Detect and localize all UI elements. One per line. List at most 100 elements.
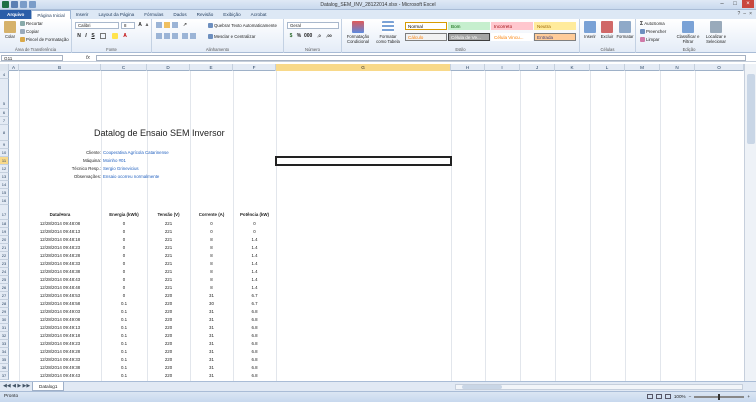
cell-potencia[interactable]: 6.8 bbox=[233, 348, 276, 356]
zoom-out-icon[interactable]: − bbox=[689, 394, 692, 399]
row-header[interactable]: 24 bbox=[0, 268, 9, 276]
row-header[interactable]: 18 bbox=[0, 220, 9, 228]
info-value[interactable]: Cooperativa Agrícola Catarinense bbox=[103, 149, 169, 157]
underline-icon[interactable]: S bbox=[90, 33, 96, 39]
cell-corrente[interactable]: 8 bbox=[190, 236, 233, 244]
normal-view-icon[interactable] bbox=[646, 394, 653, 399]
col-header-g[interactable]: G bbox=[276, 64, 451, 71]
header-data-hora[interactable]: Data/Hora bbox=[19, 205, 101, 220]
align-right-icon[interactable] bbox=[172, 33, 178, 39]
cell-energia[interactable]: 0.1 bbox=[101, 308, 147, 316]
tab-arquivo[interactable]: Arquivo bbox=[0, 10, 32, 19]
formula-input[interactable] bbox=[96, 55, 746, 61]
tab-pagina-inicial[interactable]: Página Inicial bbox=[31, 10, 71, 19]
row-header[interactable]: 23 bbox=[0, 260, 9, 268]
cell-potencia[interactable]: 6.7 bbox=[233, 300, 276, 308]
col-header-l[interactable]: L bbox=[590, 64, 625, 71]
cell-energia[interactable]: 0 bbox=[101, 268, 147, 276]
cell-tensao[interactable]: 221 bbox=[147, 284, 190, 292]
row-header[interactable]: 26 bbox=[0, 284, 9, 292]
cell-potencia[interactable]: 1.4 bbox=[233, 276, 276, 284]
fill-button[interactable]: Preencher bbox=[640, 29, 666, 35]
tab-dados[interactable]: Dados bbox=[168, 10, 191, 19]
bold-icon[interactable]: N bbox=[76, 33, 82, 39]
align-left-icon[interactable] bbox=[156, 33, 162, 39]
help-icon[interactable]: ? bbox=[738, 11, 741, 17]
name-box[interactable]: G11 bbox=[1, 55, 63, 61]
cell-corrente[interactable]: 31 bbox=[190, 308, 233, 316]
paste-button[interactable]: Colar bbox=[2, 21, 18, 39]
decrease-decimal-icon[interactable]: ,00 bbox=[326, 33, 332, 39]
percent-icon[interactable]: % bbox=[296, 33, 302, 39]
cell-data-hora[interactable]: 12/28/2014 09:48:08 bbox=[19, 220, 101, 228]
row-header[interactable]: 11 bbox=[0, 157, 9, 165]
cell-potencia[interactable]: 1.4 bbox=[233, 244, 276, 252]
cell-corrente[interactable]: 31 bbox=[190, 292, 233, 300]
cell-potencia[interactable]: 1.4 bbox=[233, 284, 276, 292]
cell-potencia[interactable]: 1.4 bbox=[233, 260, 276, 268]
info-label[interactable]: Técnico Resp.: bbox=[19, 165, 101, 173]
cell-data-hora[interactable]: 12/28/2014 09:49:08 bbox=[19, 316, 101, 324]
row-header[interactable]: 37 bbox=[0, 372, 9, 380]
cell-energia[interactable]: 0.1 bbox=[101, 340, 147, 348]
decrease-indent-icon[interactable] bbox=[182, 33, 188, 39]
cell-tensao[interactable]: 220 bbox=[147, 332, 190, 340]
style-neutra[interactable]: Neutra bbox=[534, 22, 576, 30]
col-header-h[interactable]: H bbox=[451, 64, 485, 71]
cell-corrente[interactable]: 31 bbox=[190, 372, 233, 380]
cell-tensao[interactable]: 220 bbox=[147, 316, 190, 324]
tab-exibicao[interactable]: Exibição bbox=[218, 10, 245, 19]
cell-energia[interactable]: 0 bbox=[101, 292, 147, 300]
copy-button[interactable]: Copiar bbox=[20, 29, 39, 35]
cell-potencia[interactable]: 1.4 bbox=[233, 236, 276, 244]
cell-tensao[interactable]: 220 bbox=[147, 308, 190, 316]
autosum-button[interactable]: Σ AutoSoma bbox=[640, 21, 665, 27]
minimize-icon[interactable]: – bbox=[716, 0, 728, 8]
grow-font-icon[interactable]: A bbox=[137, 22, 143, 28]
cell-tensao[interactable]: 221 bbox=[147, 276, 190, 284]
cell-data-hora[interactable]: 12/28/2014 09:48:33 bbox=[19, 260, 101, 268]
align-bottom-icon[interactable] bbox=[172, 22, 178, 28]
style-calculo[interactable]: Cálculo bbox=[405, 33, 447, 41]
cell-tensao[interactable]: 220 bbox=[147, 340, 190, 348]
cell-corrente[interactable]: 0 bbox=[190, 220, 233, 228]
cell-energia[interactable]: 0.1 bbox=[101, 324, 147, 332]
row-header[interactable]: 13 bbox=[0, 173, 9, 181]
cell-data-hora[interactable]: 12/28/2014 09:49:18 bbox=[19, 332, 101, 340]
col-header-a[interactable]: A bbox=[9, 64, 19, 71]
cell-data-hora[interactable]: 12/28/2014 09:48:18 bbox=[19, 236, 101, 244]
col-header-d[interactable]: D bbox=[147, 64, 190, 71]
row-header[interactable]: 15 bbox=[0, 189, 9, 197]
cell-tensao[interactable]: 220 bbox=[147, 292, 190, 300]
sort-filter-button[interactable]: Classificar e Filtrar bbox=[676, 21, 700, 44]
cell-data-hora[interactable]: 12/28/2014 09:48:38 bbox=[19, 268, 101, 276]
row-header[interactable]: 17 bbox=[0, 205, 9, 220]
page-break-icon[interactable] bbox=[664, 394, 671, 399]
style-bom[interactable]: Bom bbox=[448, 22, 490, 30]
cell-potencia[interactable]: 6.8 bbox=[233, 364, 276, 372]
cell-tensao[interactable]: 221 bbox=[147, 244, 190, 252]
cell-data-hora[interactable]: 12/28/2014 09:48:23 bbox=[19, 244, 101, 252]
row-header[interactable]: 10 bbox=[0, 149, 9, 157]
vertical-scrollbar[interactable] bbox=[744, 64, 756, 381]
zoom-level[interactable]: 100% bbox=[674, 394, 686, 399]
tab-acrobat[interactable]: Acrobat bbox=[246, 10, 272, 19]
cell-potencia[interactable]: 6.8 bbox=[233, 372, 276, 380]
cell-tensao[interactable]: 221 bbox=[147, 236, 190, 244]
header-corrente[interactable]: Corrente (A) bbox=[190, 205, 233, 220]
cell-data-hora[interactable]: 12/28/2014 09:48:43 bbox=[19, 276, 101, 284]
cell-tensao[interactable]: 221 bbox=[147, 260, 190, 268]
cell-energia[interactable]: 0.1 bbox=[101, 356, 147, 364]
cell-tensao[interactable]: 220 bbox=[147, 372, 190, 380]
cell-potencia[interactable]: 0 bbox=[233, 228, 276, 236]
format-painter-button[interactable]: Pincel de Formatação bbox=[20, 37, 69, 43]
workbook-close-icon[interactable]: × bbox=[749, 11, 752, 17]
align-center-icon[interactable] bbox=[164, 33, 170, 39]
sheet-tab-datalog1[interactable]: Datalog1 bbox=[32, 382, 65, 391]
row-header[interactable]: 29 bbox=[0, 308, 9, 316]
row-header[interactable]: 28 bbox=[0, 300, 9, 308]
font-name-select[interactable]: Calibri bbox=[75, 22, 119, 29]
cell-potencia[interactable]: 6.8 bbox=[233, 316, 276, 324]
row-header[interactable]: 35 bbox=[0, 356, 9, 364]
cell-corrente[interactable]: 0 bbox=[190, 228, 233, 236]
